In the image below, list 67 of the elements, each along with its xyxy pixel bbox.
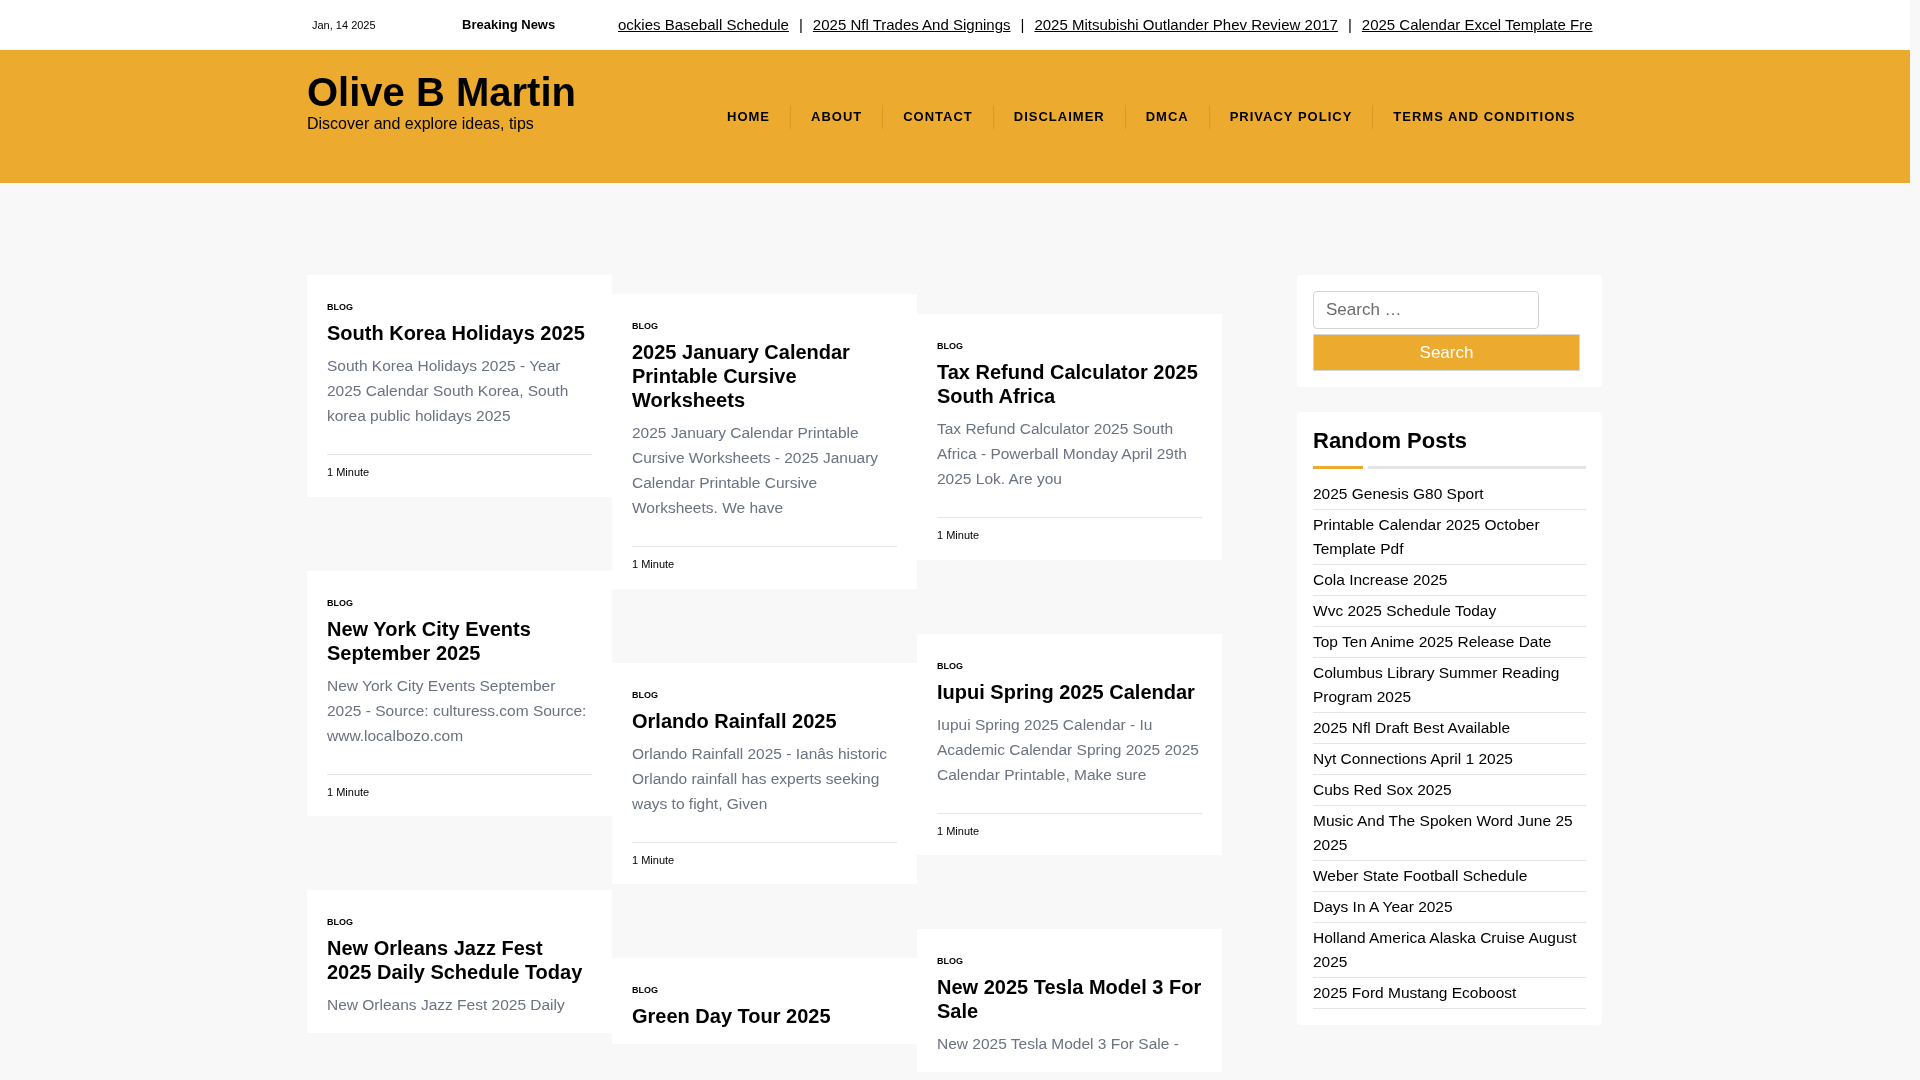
category-label[interactable]: BLOG xyxy=(327,916,592,928)
read-time: 1 Minute xyxy=(327,465,371,480)
random-post-link[interactable]: Printable Calendar 2025 October Template Pdf xyxy=(1313,513,1586,561)
category-label[interactable]: BLOG xyxy=(632,984,897,996)
read-time: 1 Minute xyxy=(937,823,981,839)
random-post-link[interactable]: 2025 Genesis G80 Sport xyxy=(1313,482,1586,506)
date-text: Jan, 14 2025 xyxy=(312,17,377,33)
read-time: 1 Minute xyxy=(327,784,371,800)
post-title[interactable]: New Orleans Jazz Fest 2025 Daily Schedule Today xyxy=(327,936,592,984)
nav-link[interactable]: CONTACT xyxy=(883,106,993,127)
random-post-link[interactable]: Top Ten Anime 2025 Release Date xyxy=(1313,630,1586,654)
ticker-separator: | xyxy=(1347,14,1352,35)
random-post-link[interactable]: Cubs Red Sox 2025 xyxy=(1313,778,1586,802)
random-post-link[interactable]: Cola Increase 2025 xyxy=(1313,568,1586,592)
nav-link[interactable]: DMCA xyxy=(1125,106,1209,127)
read-time: 1 Minute xyxy=(937,528,981,543)
random-post-link[interactable]: Columbus Library Summer Reading Program 2025 xyxy=(1313,661,1586,709)
breaking-news-label: Breaking News xyxy=(462,16,557,35)
category-label[interactable]: BLOG xyxy=(327,301,592,313)
post-excerpt: Iupui Spring 2025 Calendar - Iu Academic Calendar Spring 2025 2025 Calendar Printable, Make sure xyxy=(937,714,1200,785)
nav-link[interactable]: TERMS AND CONDITIONS xyxy=(1373,106,1596,127)
nav-link[interactable]: ABOUT xyxy=(791,106,883,127)
random-post-link[interactable]: Days In A Year 2025 xyxy=(1313,895,1586,919)
random-post-link[interactable]: Nyt Connections April 1 2025 xyxy=(1313,747,1586,771)
post-title[interactable]: Iupui Spring 2025 Calendar xyxy=(937,679,1202,704)
post-title[interactable]: Green Day Tour 2025 xyxy=(632,1004,897,1028)
post-excerpt: New Orleans Jazz Fest 2025 Daily xyxy=(327,995,566,1015)
post-title[interactable]: 2025 January Calendar Printable Cursive Worksheets xyxy=(632,340,897,412)
ticker-separator: | xyxy=(1020,14,1025,35)
category-label[interactable]: BLOG xyxy=(937,659,1202,672)
category-label[interactable]: BLOG xyxy=(937,340,1202,352)
site-title[interactable]: Olive B Martin xyxy=(307,67,707,116)
post-excerpt: New York City Events September 2025 - Source: culturess.com Source: www.localbozo.com xyxy=(327,675,588,746)
search-field[interactable]: Search … xyxy=(1313,291,1539,329)
post-excerpt: Tax Refund Calculator 2025 South Africa - Powerball Monday April 29th 2025 Lok. Are you xyxy=(937,419,1188,489)
ticker-link[interactable]: 2025 Nfl Trades And Signings xyxy=(812,13,1011,37)
random-post-link[interactable]: Wvc 2025 Schedule Today xyxy=(1313,599,1586,623)
category-label[interactable]: BLOG xyxy=(937,955,1202,967)
post-title[interactable]: South Korea Holidays 2025 xyxy=(327,321,592,345)
widget-title: Random Posts xyxy=(1313,427,1469,455)
ticker-link[interactable]: 2025 Calendar Excel Template Fre xyxy=(1361,13,1593,37)
post-excerpt: South Korea Holidays 2025 - Year 2025 Calendar South Korea, South korea public holidays 2025 xyxy=(327,356,570,426)
post-title[interactable]: Orlando Rainfall 2025 xyxy=(632,708,897,733)
post-excerpt: New 2025 Tesla Model 3 For Sale - xyxy=(937,1034,1180,1054)
post-title[interactable]: New 2025 Tesla Model 3 For Sale xyxy=(937,975,1202,1023)
ticker-link[interactable]: ockies Baseball Schedule xyxy=(618,13,789,37)
category-label[interactable]: BLOG xyxy=(632,320,897,332)
random-post-link[interactable]: 2025 Nfl Draft Best Available xyxy=(1313,716,1586,740)
title-underline-accent xyxy=(1313,466,1363,469)
random-post-link[interactable]: 2025 Ford Mustang Ecoboost xyxy=(1313,981,1586,1005)
random-post-link[interactable]: Weber State Football Schedule xyxy=(1313,864,1586,888)
site-tagline: Discover and explore ideas, tips xyxy=(307,113,535,134)
post-excerpt: 2025 January Calendar Printable Cursive Worksheets - 2025 January Calendar Printable Cursive Worksheets. We have xyxy=(632,423,880,518)
post-excerpt: Orlando Rainfall 2025 - Ianâs historic Orlando rainfall has experts seeking ways to fight, Given xyxy=(632,743,889,814)
post-title[interactable]: New York City Events September 2025 xyxy=(327,616,592,665)
read-time: 1 Minute xyxy=(632,852,676,868)
category-label[interactable]: BLOG xyxy=(327,596,592,609)
nav-link[interactable]: DISCLAIMER xyxy=(993,106,1125,127)
category-label[interactable]: BLOG xyxy=(632,688,897,701)
random-post-link[interactable]: Music And The Spoken Word June 25 2025 xyxy=(1313,809,1586,857)
ticker-separator: | xyxy=(798,14,803,35)
random-post-link[interactable]: Holland America Alaska Cruise August 2025 xyxy=(1313,926,1586,974)
read-time: 1 Minute xyxy=(632,557,676,572)
post-title[interactable]: Tax Refund Calculator 2025 South Africa xyxy=(937,360,1202,408)
nav-link[interactable]: PRIVACY POLICY xyxy=(1209,106,1373,127)
ticker-link[interactable]: 2025 Mitsubishi Outlander Phev Review 2017 xyxy=(1034,13,1338,37)
nav-link[interactable]: HOME xyxy=(707,106,790,127)
